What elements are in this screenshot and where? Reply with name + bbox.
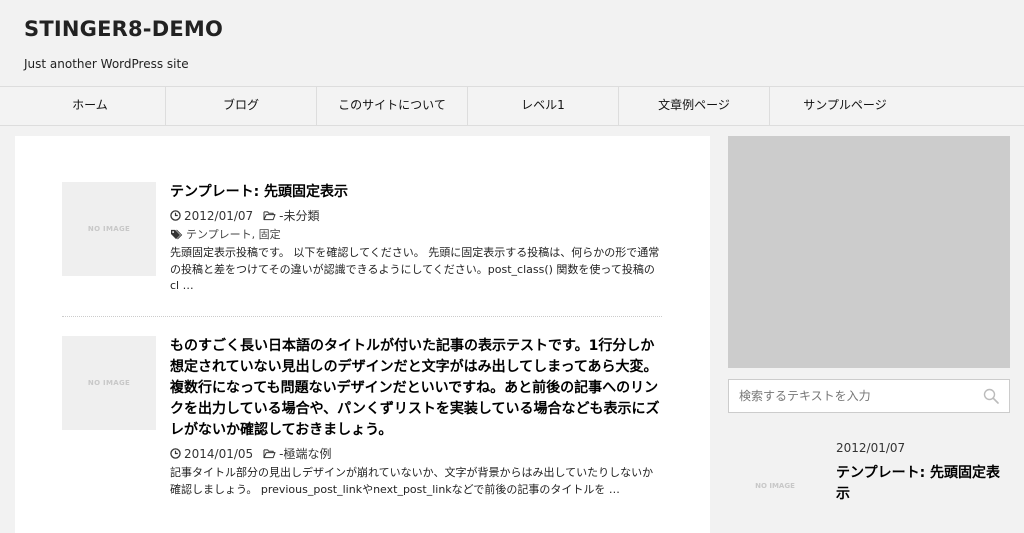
post-category-text[interactable]: -極端な例	[279, 445, 331, 462]
sidebar-post-date: 2012/01/07	[836, 441, 906, 455]
post-category-text[interactable]: -未分類	[279, 207, 319, 224]
post-body: テンプレート: 先頭固定表示 2012/01/07 -未分類 テンプレート, 固…	[170, 182, 664, 295]
nav-item-sample-text[interactable]: 文章例ページ	[619, 87, 770, 125]
post-category[interactable]: -未分類	[263, 207, 320, 224]
no-image-label: NO IMAGE	[87, 225, 131, 233]
post-thumbnail[interactable]: NO IMAGE	[62, 336, 156, 430]
sidebar-ad-placeholder	[728, 136, 1010, 368]
post-excerpt: 先頭固定表示投稿です。 以下を確認してください。 先頭に固定表示する投稿は、何ら…	[170, 246, 660, 292]
post-excerpt: 記事タイトル部分の見出しデザインが崩れていないか、文字が背景からはみ出していたり…	[170, 466, 654, 496]
search-icon[interactable]	[983, 388, 999, 404]
post-thumbnail[interactable]: NO IMAGE	[62, 182, 156, 276]
post-date: 2012/01/07	[170, 209, 253, 223]
nav-item-level1[interactable]: レベル1	[468, 87, 619, 125]
post-tags-text[interactable]: テンプレート, 固定	[186, 226, 281, 242]
tags-icon	[171, 229, 183, 239]
post-date: 2014/01/05	[170, 447, 253, 461]
post-item: NO IMAGE ものすごく長い日本語のタイトルが付いた記事の表示テストです。1…	[62, 336, 662, 533]
site-header: STINGER8-DEMO Just another WordPress sit…	[0, 0, 1024, 86]
nav-item-blog[interactable]: ブログ	[166, 87, 317, 125]
nav-item-about[interactable]: このサイトについて	[317, 87, 468, 125]
post-title[interactable]: テンプレート: 先頭固定表示	[170, 182, 664, 203]
folder-open-icon	[263, 211, 276, 221]
site-description: Just another WordPress site	[24, 57, 189, 71]
clock-icon	[170, 210, 181, 221]
main-content: NO IMAGE テンプレート: 先頭固定表示 2012/01/07 -未分類 …	[15, 136, 710, 533]
sidebar-recent-post: NO IMAGE 2012/01/07 テンプレート: 先頭固定表示	[728, 438, 1010, 533]
folder-open-icon	[263, 449, 276, 459]
nav-item-sample-page[interactable]: サンプルページ	[770, 87, 920, 125]
clock-icon	[170, 448, 181, 459]
post-title[interactable]: ものすごく長い日本語のタイトルが付いた記事の表示テストです。1行分しか想定されて…	[170, 336, 664, 441]
sidebar-post-thumbnail[interactable]: NO IMAGE	[728, 438, 822, 533]
search-input[interactable]	[729, 380, 979, 412]
post-tags: テンプレート, 固定	[170, 226, 664, 242]
post-date-text: 2014/01/05	[184, 446, 254, 461]
sidebar-post-title[interactable]: テンプレート: 先頭固定表示	[836, 463, 1011, 505]
post-item: NO IMAGE テンプレート: 先頭固定表示 2012/01/07 -未分類 …	[62, 182, 662, 302]
site-title[interactable]: STINGER8-DEMO	[24, 17, 223, 41]
post-category[interactable]: -極端な例	[263, 445, 332, 462]
post-body: ものすごく長い日本語のタイトルが付いた記事の表示テストです。1行分しか想定されて…	[170, 336, 664, 498]
search-form	[728, 379, 1010, 413]
post-meta: 2014/01/05 -極端な例	[170, 445, 664, 462]
post-divider	[62, 316, 662, 317]
no-image-label: NO IMAGE	[755, 481, 795, 490]
post-date-text: 2012/01/07	[184, 208, 254, 223]
global-nav: ホーム ブログ このサイトについて レベル1 文章例ページ サンプルページ	[0, 86, 1024, 126]
no-image-label: NO IMAGE	[87, 379, 131, 387]
post-meta: 2012/01/07 -未分類	[170, 207, 664, 224]
nav-list: ホーム ブログ このサイトについて レベル1 文章例ページ サンプルページ	[0, 87, 1024, 125]
nav-item-home[interactable]: ホーム	[15, 87, 166, 125]
